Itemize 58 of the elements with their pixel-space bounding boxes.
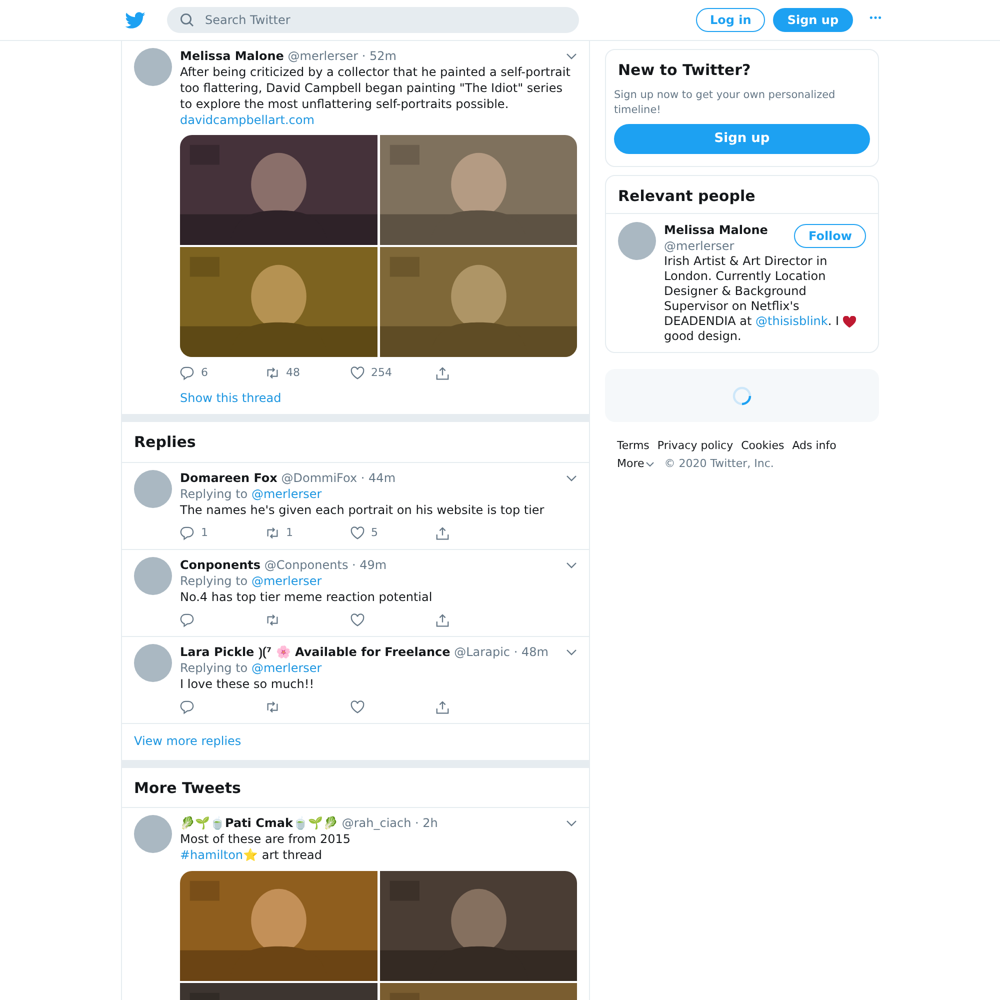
tweet-time: · 2h bbox=[415, 816, 438, 830]
count-text: 1 bbox=[286, 524, 293, 541]
more-menu-button[interactable]: ••• bbox=[868, 13, 882, 27]
mention-link[interactable]: @merlerser bbox=[251, 574, 322, 588]
signup-prompt: Sign up now to get your own personalized timeline! bbox=[613, 88, 836, 118]
person-name[interactable]: Melissa Malone bbox=[664, 222, 768, 238]
author-name[interactable]: Lara Pickle ⟯⟮⁷ 🌸 Available for Freelance bbox=[180, 644, 450, 658]
signup-button[interactable]: Sign up bbox=[614, 124, 870, 154]
tweet-time: · 48m bbox=[514, 644, 548, 658]
footer-link[interactable]: Privacy policy bbox=[657, 439, 734, 452]
author-name[interactable]: Conponents bbox=[180, 558, 261, 572]
tweet-link[interactable]: davidcampbellart.com bbox=[180, 113, 314, 127]
author-handle: @merlerser bbox=[288, 49, 358, 63]
replying-label: Replying to bbox=[180, 660, 248, 674]
count-text: 48 bbox=[286, 364, 300, 381]
reply-text: I love these so much!! bbox=[180, 676, 315, 692]
tweet-text: #hamilton⭐ art thread bbox=[180, 847, 323, 863]
login-button[interactable]: Log in bbox=[696, 8, 766, 32]
follow-button[interactable]: Follow bbox=[794, 224, 866, 248]
section-title: More Tweets bbox=[122, 768, 589, 808]
section-title: Replies bbox=[122, 422, 589, 462]
footer-more-link[interactable]: More bbox=[617, 455, 644, 473]
count-text: 6 bbox=[201, 364, 208, 381]
author-handle: @Larapic bbox=[454, 644, 510, 658]
footer-link[interactable]: Ads info bbox=[792, 439, 836, 452]
author-name[interactable]: Melissa Malone bbox=[180, 49, 284, 63]
author-name[interactable]: 🥬🌱🍵Pati Cmak🍵🌱🥬 bbox=[180, 816, 338, 830]
tweet-time: · 44m bbox=[360, 470, 396, 484]
tweet-text: After being criticized by a collector that he painted a self-portrait too flattering, David Campbell began painting "The Idiot" series to explore the most unflattering self-portraits possible. bbox=[180, 64, 572, 112]
author-name[interactable]: Domareen Fox bbox=[180, 470, 278, 484]
author-handle: @DommiFox bbox=[281, 470, 358, 484]
reply-text: The names he's given each portrait on his website is top tier bbox=[180, 502, 546, 518]
person-handle: @merlerser bbox=[664, 238, 736, 254]
count-text: 5 bbox=[371, 524, 378, 541]
tweet-text: Most of these are from 2015 bbox=[180, 831, 352, 847]
author-handle: @rah_ciach bbox=[342, 816, 412, 830]
replying-label: Replying to bbox=[180, 574, 248, 588]
view-more-link[interactable]: View more replies bbox=[134, 734, 242, 748]
show-thread-link[interactable]: Show this thread bbox=[180, 391, 282, 405]
card-title: New to Twitter? bbox=[617, 60, 752, 81]
tweet-time: · 49m bbox=[352, 558, 387, 572]
card-title: Relevant people bbox=[606, 176, 878, 214]
mention-link[interactable]: @merlerser bbox=[251, 486, 322, 500]
hashtag-link[interactable]: #hamilton bbox=[180, 848, 244, 862]
person-bio: Irish Artist & Art Director in London. Currently Location Designer & Background Supervisor on Netflix's DEADENDIA at @thisisblink. I good design. bbox=[664, 254, 866, 344]
count-text: 254 bbox=[371, 364, 392, 381]
mention-link[interactable]: @thisisblink bbox=[756, 314, 828, 328]
footer-link[interactable]: Cookies bbox=[741, 439, 784, 452]
author-handle: @Conponents bbox=[264, 558, 348, 572]
copyright-text: © 2020 Twitter, Inc. bbox=[664, 456, 774, 472]
reply-text: No.4 has top tier meme reaction potential bbox=[180, 588, 434, 604]
mention-link[interactable]: @merlerser bbox=[251, 660, 322, 674]
signup-button[interactable]: Sign up bbox=[773, 8, 853, 32]
replying-label: Replying to bbox=[180, 486, 248, 500]
footer-link[interactable]: Terms bbox=[617, 439, 650, 452]
search-field[interactable]: Search Twitter bbox=[167, 7, 579, 33]
tweet-time: · 52m bbox=[362, 49, 396, 63]
count-text: 1 bbox=[201, 524, 208, 541]
